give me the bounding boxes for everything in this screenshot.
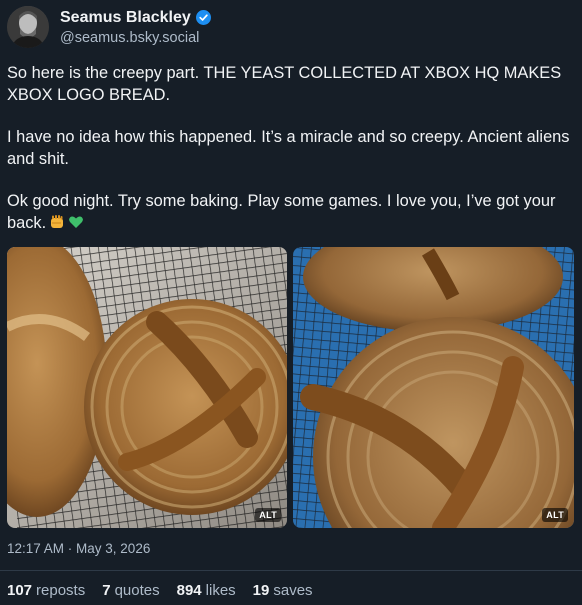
post-timestamp[interactable]: 12:17 AM · May 3, 2026: [7, 541, 150, 556]
avatar[interactable]: [7, 6, 49, 48]
user-handle[interactable]: @seamus.bsky.social: [60, 30, 211, 46]
stat-label: quotes: [114, 582, 160, 599]
avatar-portrait-icon: [7, 6, 49, 48]
post-text: So here is the creepy part. THE YEAST CO…: [7, 63, 572, 257]
engagement-stats: 107 reposts 7 quotes 894 likes 19 saves: [7, 582, 330, 599]
post-card: Seamus Blackley @seamus.bsky.social So h…: [0, 0, 582, 605]
divider: [0, 570, 582, 571]
stat-reposts[interactable]: 107 reposts: [7, 582, 85, 599]
alt-badge[interactable]: ALT: [542, 508, 568, 522]
verified-check-icon: [195, 10, 211, 25]
stat-label: saves: [273, 582, 313, 599]
display-name[interactable]: Seamus Blackley: [60, 9, 191, 27]
post-paragraph: I have no idea how this happened. It’s a…: [7, 128, 570, 168]
post-paragraph: Ok good night. Try some baking. Play som…: [7, 191, 572, 236]
post-image[interactable]: ALT: [293, 247, 574, 528]
post-paragraph-text: Ok good night. Try some baking. Play som…: [7, 192, 556, 232]
bread-photo-icon: [293, 247, 574, 528]
bread-photo-icon: [7, 247, 287, 528]
stat-count: 19: [252, 582, 270, 599]
image-gallery: ALT ALT: [7, 247, 574, 528]
post-header: Seamus Blackley @seamus.bsky.social: [7, 4, 211, 50]
post-image[interactable]: ALT: [7, 247, 287, 528]
post-paragraph: So here is the creepy part. THE YEAST CO…: [7, 64, 562, 104]
stat-label: reposts: [36, 582, 86, 599]
stat-count: 7: [102, 582, 111, 599]
stat-likes[interactable]: 894 likes: [177, 582, 236, 599]
stat-count: 894: [176, 582, 202, 599]
fist-emoji-icon: [49, 214, 65, 237]
green-heart-emoji-icon: [68, 214, 84, 237]
alt-badge[interactable]: ALT: [255, 508, 281, 522]
stat-saves[interactable]: 19 saves: [253, 582, 313, 599]
stat-quotes[interactable]: 7 quotes: [102, 582, 159, 599]
stat-count: 107: [7, 582, 33, 599]
stat-label: likes: [205, 582, 236, 599]
